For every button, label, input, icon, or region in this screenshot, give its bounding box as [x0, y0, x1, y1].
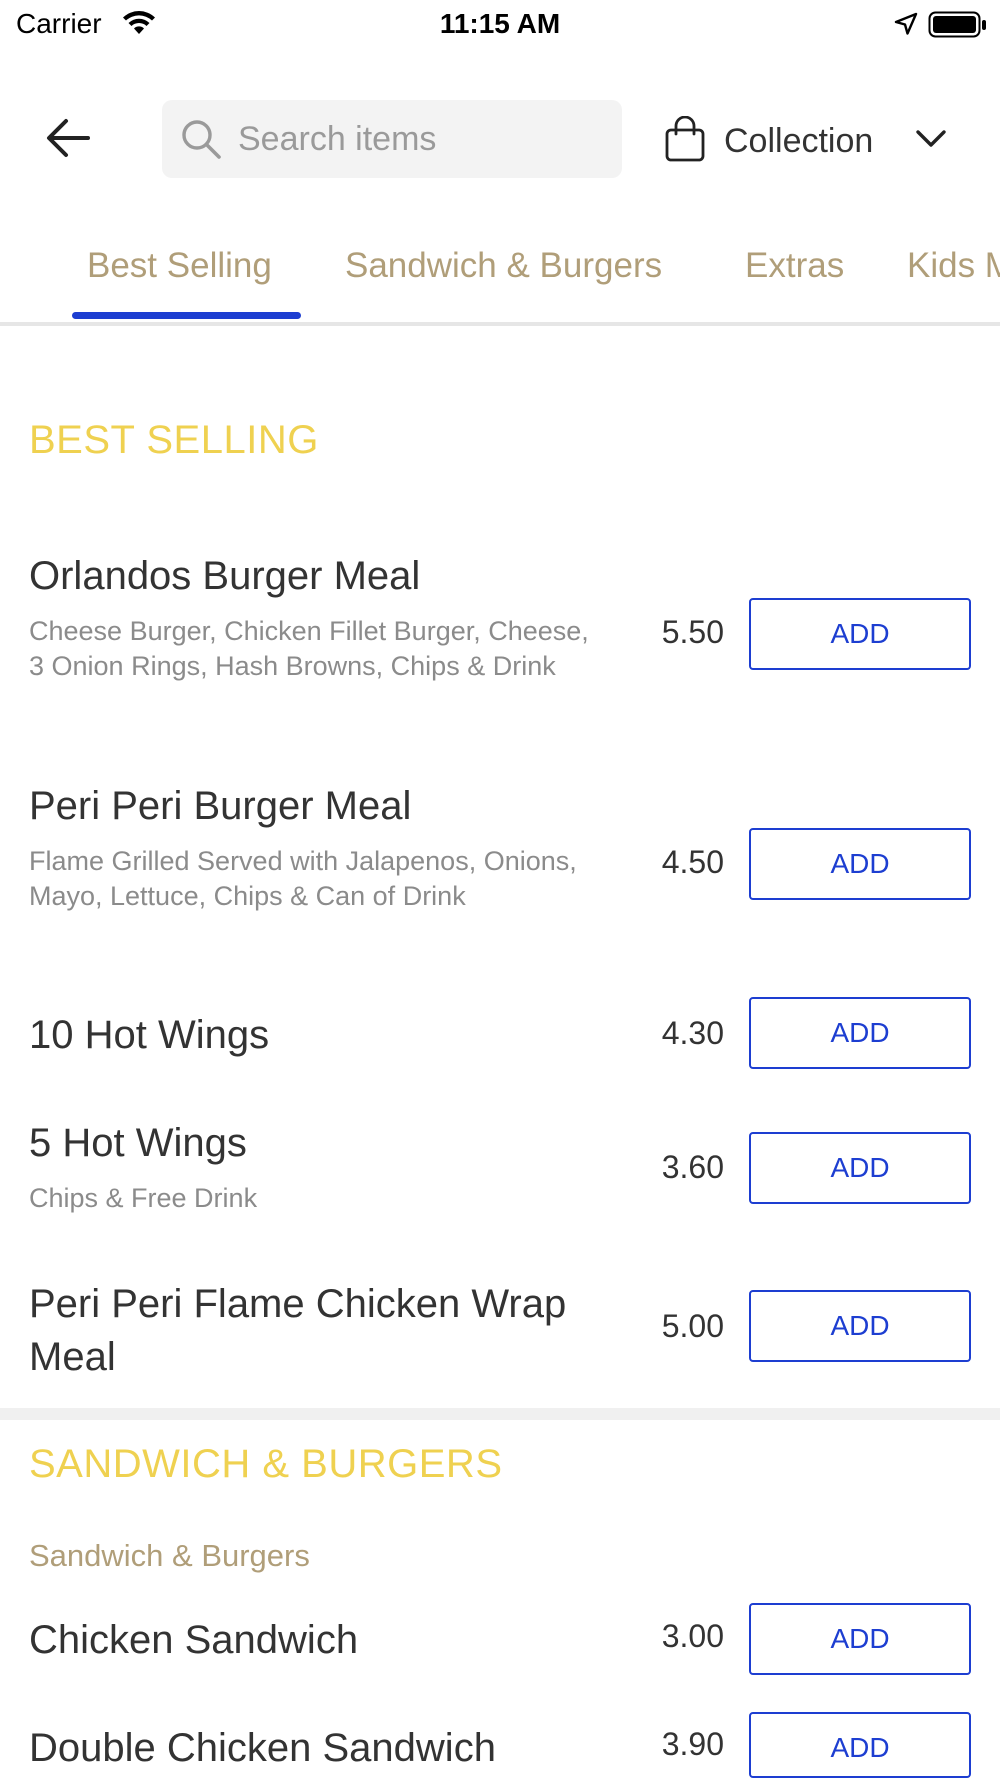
- tab-sandwich-burgers[interactable]: Sandwich & Burgers: [345, 246, 662, 286]
- tab-best-selling[interactable]: Best Selling: [87, 246, 272, 286]
- item-price: 3.90: [661, 1726, 724, 1762]
- item-description: Cheese Burger, Chicken Fillet Burger, Ch…: [29, 616, 589, 681]
- item-name: Chicken Sandwich: [29, 1618, 359, 1662]
- battery-icon: [928, 11, 988, 44]
- search-input[interactable]: [238, 100, 608, 178]
- item-name: 10 Hot Wings: [29, 1013, 270, 1057]
- section-divider: [0, 1408, 1000, 1420]
- search-bar[interactable]: [162, 100, 622, 178]
- category-tabs: Best Selling Sandwich & Burgers Extras K…: [0, 230, 1000, 326]
- chevron-down-icon: [915, 128, 947, 155]
- item-description: Flame Grilled Served with Jalapenos, Oni…: [29, 846, 577, 911]
- item-price: 5.00: [661, 1308, 724, 1344]
- add-button[interactable]: ADD: [749, 598, 971, 670]
- order-mode-selector[interactable]: Collection: [660, 110, 960, 170]
- add-button[interactable]: ADD: [749, 1603, 971, 1675]
- item-price: 3.60: [661, 1149, 724, 1185]
- section-title-sandwich-burgers: SANDWICH & BURGERS: [29, 1442, 503, 1486]
- order-mode-label: Collection: [724, 122, 874, 160]
- category-subtitle: Sandwich & Burgers: [29, 1538, 310, 1573]
- item-price: 4.30: [661, 1015, 724, 1051]
- add-button[interactable]: ADD: [749, 1712, 971, 1778]
- item-name: Peri Peri Flame Chicken Wrap Meal: [29, 1282, 567, 1379]
- item-price: 4.50: [661, 844, 724, 880]
- tab-kids-menu[interactable]: Kids M: [907, 246, 1000, 286]
- add-button[interactable]: ADD: [749, 828, 971, 900]
- item-name: Double Chicken Sandwich: [29, 1726, 496, 1770]
- status-bar: Carrier 11:15 AM: [0, 0, 1000, 50]
- add-button[interactable]: ADD: [749, 1132, 971, 1204]
- item-name: Orlandos Burger Meal: [29, 554, 421, 598]
- tab-extras[interactable]: Extras: [745, 246, 844, 286]
- item-name: Peri Peri Burger Meal: [29, 784, 412, 828]
- section-title-best-selling: BEST SELLING: [29, 418, 319, 462]
- back-button[interactable]: [40, 112, 96, 168]
- item-description: Chips & Free Drink: [29, 1183, 258, 1213]
- item-name: 5 Hot Wings: [29, 1121, 247, 1165]
- active-tab-indicator: [72, 312, 301, 319]
- search-icon: [180, 118, 222, 165]
- back-arrow-icon: [44, 116, 92, 165]
- item-price: 5.50: [661, 614, 724, 650]
- location-arrow-icon: [893, 11, 919, 42]
- shopping-bag-icon: [664, 115, 706, 167]
- add-button[interactable]: ADD: [749, 997, 971, 1069]
- clock-time: 11:15 AM: [439, 8, 561, 39]
- add-button[interactable]: ADD: [749, 1290, 971, 1362]
- item-price: 3.00: [661, 1618, 724, 1654]
